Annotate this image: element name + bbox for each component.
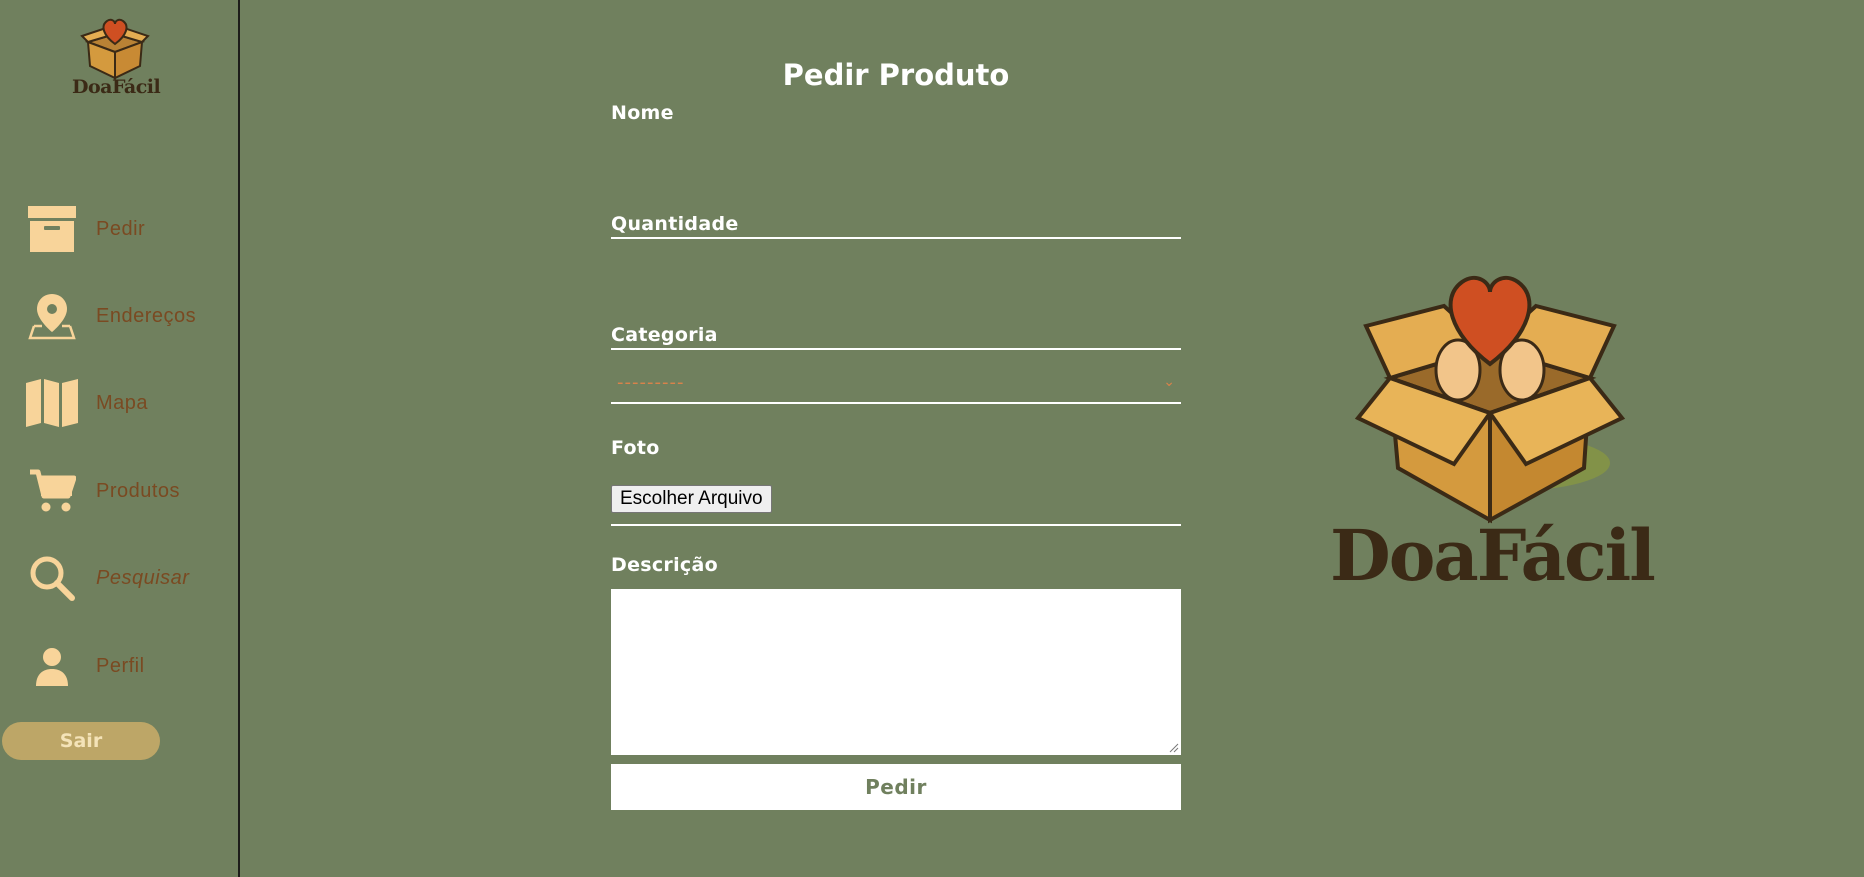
- sidebar-item-perfil[interactable]: Perfil: [24, 638, 145, 694]
- brand-name-large: DoaFácil: [1330, 514, 1656, 597]
- sidebar-item-label: Pesquisar: [96, 566, 190, 589]
- search-icon: [24, 552, 80, 604]
- sidebar-item-label: Mapa: [96, 391, 149, 414]
- sidebar-item-mapa[interactable]: Mapa: [24, 375, 148, 431]
- shopping-cart-icon: [24, 465, 80, 517]
- sidebar-item-label: Perfil: [96, 654, 145, 677]
- user-icon: [24, 640, 80, 692]
- categoria-select[interactable]: --------- ⌄: [611, 362, 1181, 404]
- map-pin-icon: [24, 290, 80, 342]
- categoria-selected-value: ---------: [617, 371, 685, 393]
- brand-name: DoaFácil: [72, 76, 161, 98]
- descricao-textarea[interactable]: [611, 589, 1181, 755]
- brand-logo-large: DoaFácil: [1330, 268, 1656, 597]
- logout-button[interactable]: Sair: [2, 722, 160, 760]
- chevron-down-icon: ⌄: [1163, 374, 1175, 390]
- quantidade-label: Quantidade: [611, 213, 739, 235]
- foto-file-input: Escolher Arquivo: [611, 480, 1181, 526]
- nome-label: Nome: [611, 102, 674, 124]
- folded-map-icon: [24, 377, 80, 429]
- sidebar-item-label: Pedir: [96, 217, 146, 240]
- choose-file-button[interactable]: Escolher Arquivo: [611, 485, 772, 513]
- pedir-submit-button[interactable]: Pedir: [611, 764, 1181, 810]
- sidebar-item-pesquisar[interactable]: Pesquisar: [24, 550, 189, 606]
- sidebar-item-label: Endereços: [96, 304, 197, 327]
- categoria-label: Categoria: [611, 324, 718, 346]
- archive-box-icon: [24, 203, 80, 255]
- brand-logo-small[interactable]: DoaFácil: [72, 14, 161, 98]
- page-title: Pedir Produto: [782, 58, 1010, 92]
- sidebar-item-label: Produtos: [96, 479, 181, 502]
- box-heart-logo-icon: [80, 18, 150, 80]
- sidebar: DoaFácil Pedir Endereços Mapa Produtos P…: [0, 0, 240, 877]
- sidebar-item-enderecos[interactable]: Endereços: [24, 288, 196, 344]
- sidebar-item-pedir[interactable]: Pedir: [24, 201, 145, 257]
- foto-label: Foto: [611, 437, 660, 459]
- sidebar-item-produtos[interactable]: Produtos: [24, 463, 180, 519]
- request-product-form: Pedir Produto Nome Quantidade Categoria …: [611, 50, 1181, 810]
- resize-grip-icon[interactable]: [1169, 743, 1179, 753]
- descricao-label: Descrição: [611, 554, 718, 576]
- box-heart-logo-icon: [1354, 275, 1626, 524]
